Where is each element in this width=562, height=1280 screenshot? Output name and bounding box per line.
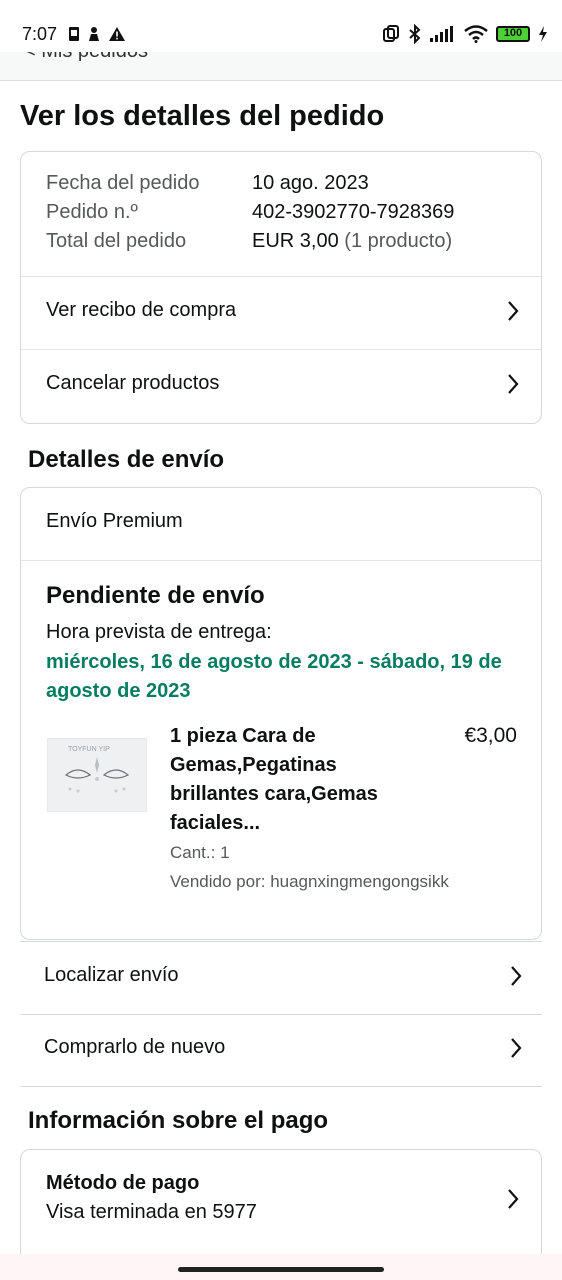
divider <box>21 560 541 561</box>
chevron-right-icon <box>508 374 519 394</box>
order-total-value: EUR 3,00 (1 producto) <box>252 230 452 253</box>
order-total-amount: EUR 3,00 <box>252 230 339 252</box>
status-right-icons: 100 <box>382 24 548 44</box>
product-image-graphic: TOYFUN YIP <box>48 739 146 811</box>
shipping-status: Pendiente de envío <box>46 582 265 609</box>
payment-section-title: Información sobre el pago <box>28 1107 329 1134</box>
signal-icon <box>430 26 453 42</box>
order-date-value: 10 ago. 2023 <box>252 172 369 194</box>
battery-level-text: 100 <box>503 27 523 39</box>
eta-date: miércoles, 16 de agosto de 2023 - sábado… <box>46 651 502 702</box>
status-bar: 7:07 100 <box>0 0 562 52</box>
order-number-value: 402-3902770-7928369 <box>252 201 455 223</box>
bluetooth-icon <box>409 24 421 44</box>
chevron-right-icon <box>508 301 519 321</box>
top-nav: < Mis pedidos <box>0 52 562 81</box>
product-quantity: Cant.: 1 <box>170 843 230 862</box>
order-date-label: Fecha del pedido <box>46 172 200 194</box>
product-image-brand: TOYFUN YIP <box>68 746 110 753</box>
cancel-products-label: Cancelar productos <box>46 372 220 394</box>
shipping-type: Envío Premium <box>46 510 183 532</box>
wifi-icon <box>464 25 488 43</box>
warning-icon <box>109 27 125 41</box>
payment-method-title: Método de pago <box>46 1172 200 1194</box>
order-total-count: (1 producto) <box>344 230 453 252</box>
payment-method-value: Visa terminada en 5977 <box>46 1201 257 1223</box>
product-image[interactable]: TOYFUN YIP <box>47 738 147 812</box>
shipping-card: Envío Premium Pendiente de envío Hora pr… <box>20 487 542 940</box>
chevron-right-icon <box>511 966 522 986</box>
nfc-icon <box>383 25 399 42</box>
gesture-bar[interactable] <box>178 1267 384 1272</box>
eta-label: Hora prevista de entrega: <box>46 621 272 643</box>
track-shipment-row[interactable]: Localizar envío <box>20 941 542 1015</box>
order-number-label: Pedido n.º <box>46 201 138 223</box>
product-price: €3,00 <box>464 724 517 747</box>
buy-again-label: Comprarlo de nuevo <box>44 1036 226 1058</box>
product-title[interactable]: 1 pieza Cara de Gemas,Pegatinas brillant… <box>170 722 410 838</box>
chevron-right-icon <box>511 1038 522 1058</box>
track-shipment-label: Localizar envío <box>44 964 179 986</box>
status-time: 7:07 <box>22 24 58 44</box>
battery-icon: 100 <box>496 26 530 42</box>
order-summary-card: Fecha del pedido 10 ago. 2023 Pedido n.º… <box>20 151 542 424</box>
buy-again-row[interactable]: Comprarlo de nuevo <box>20 1014 542 1087</box>
gesture-area <box>0 1254 562 1280</box>
sim-icon <box>69 27 79 41</box>
chevron-right-icon <box>508 1189 519 1209</box>
cancel-products-row[interactable]: Cancelar productos <box>21 350 541 422</box>
order-total-label: Total del pedido <box>46 230 187 252</box>
view-receipt-label: Ver recibo de compra <box>46 299 237 321</box>
shipping-section-title: Detalles de envío <box>28 446 225 473</box>
person-icon <box>89 27 99 41</box>
status-left-icons <box>68 26 126 42</box>
view-receipt-row[interactable]: Ver recibo de compra <box>21 277 541 349</box>
product-seller: Vendido por: huagnxingmengongsikk <box>170 872 449 891</box>
charging-icon <box>539 26 547 42</box>
back-link-my-orders[interactable]: < Mis pedidos <box>24 52 148 63</box>
page-title: Ver los detalles del pedido <box>20 100 385 132</box>
